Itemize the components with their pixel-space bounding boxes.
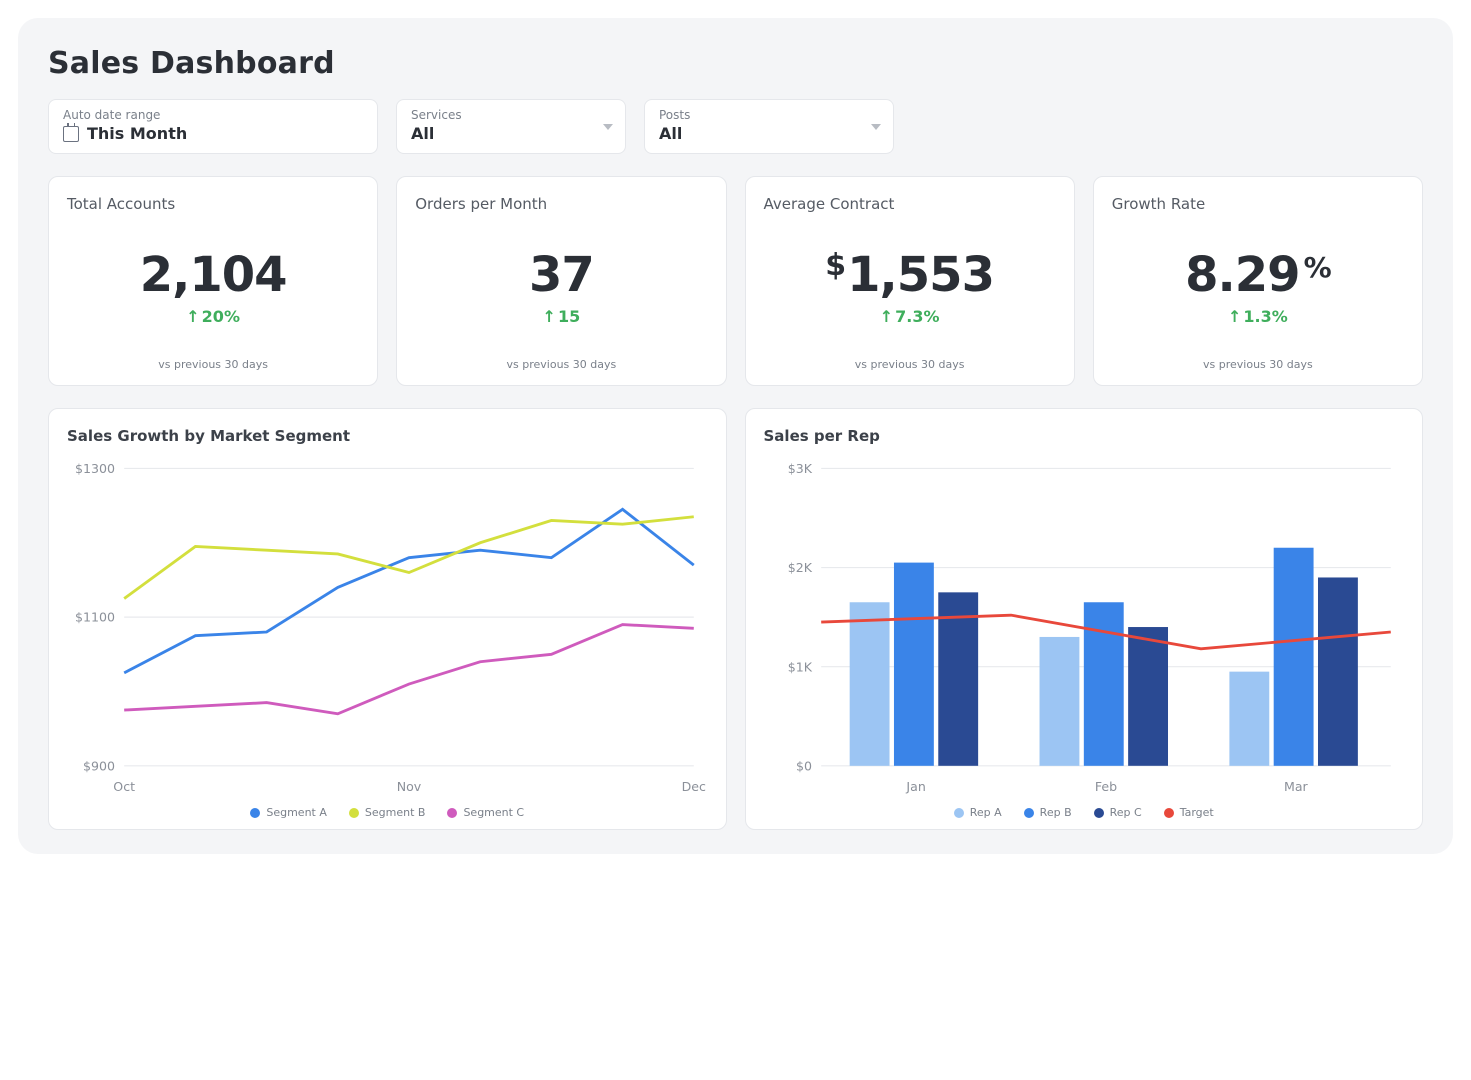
reps-chart-card: Sales per Rep $0 $1K $2K $3K Jan Feb Mar Rep A… xyxy=(745,408,1424,830)
legend-item[interactable]: Segment A xyxy=(250,806,327,819)
dashboard-page: Sales Dashboard Auto date range This Mon… xyxy=(18,18,1453,854)
filter-label: Auto date range xyxy=(63,108,363,122)
legend-item[interactable]: Rep C xyxy=(1094,806,1142,819)
filter-value: All xyxy=(659,124,682,143)
kpi-delta: ↑7.3% xyxy=(764,307,1056,326)
kpi-label: Average Contract xyxy=(764,195,1056,213)
svg-text:$1300: $1300 xyxy=(75,461,115,476)
svg-text:Oct: Oct xyxy=(113,779,135,794)
filter-label: Services xyxy=(411,108,611,122)
kpi-sub: vs previous 30 days xyxy=(1112,358,1404,371)
kpi-sub: vs previous 30 days xyxy=(415,358,707,371)
filter-value: This Month xyxy=(87,124,187,143)
svg-text:Mar: Mar xyxy=(1283,779,1308,794)
chevron-down-icon xyxy=(603,124,613,130)
reps-chart: $0 $1K $2K $3K Jan Feb Mar xyxy=(764,457,1405,800)
svg-text:$1K: $1K xyxy=(787,659,812,674)
kpi-value: 8.29% xyxy=(1112,247,1404,303)
svg-text:Dec: Dec xyxy=(682,779,706,794)
kpi-label: Growth Rate xyxy=(1112,195,1404,213)
kpi-delta: ↑20% xyxy=(67,307,359,326)
charts-row: Sales Growth by Market Segment $900 $1100… xyxy=(48,408,1423,830)
legend-item[interactable]: Segment C xyxy=(447,806,524,819)
segments-chart: $900 $1100 $1300 Oct Nov Dec xyxy=(67,457,708,800)
services-filter[interactable]: Services All xyxy=(396,99,626,154)
page-title: Sales Dashboard xyxy=(48,46,1423,81)
kpi-delta: ↑15 xyxy=(415,307,707,326)
filter-value: All xyxy=(411,124,434,143)
filter-label: Posts xyxy=(659,108,879,122)
kpi-sub: vs previous 30 days xyxy=(67,358,359,371)
kpi-row: Total Accounts 2,104 ↑20% vs previous 30 da… xyxy=(48,176,1423,386)
calendar-icon xyxy=(63,126,79,142)
svg-text:$900: $900 xyxy=(83,758,115,773)
date-range-filter[interactable]: Auto date range This Month xyxy=(48,99,378,154)
segments-chart-card: Sales Growth by Market Segment $900 $1100… xyxy=(48,408,727,830)
kpi-card: Average Contract $1,553 ↑7.3% vs previous 3… xyxy=(745,176,1075,386)
kpi-label: Orders per Month xyxy=(415,195,707,213)
svg-text:$2K: $2K xyxy=(787,560,812,575)
kpi-card: Total Accounts 2,104 ↑20% vs previous 30 da… xyxy=(48,176,378,386)
svg-text:Feb: Feb xyxy=(1094,779,1116,794)
chart-title: Sales Growth by Market Segment xyxy=(67,427,708,445)
filters-row: Auto date range This Month Services All … xyxy=(48,99,1423,154)
reps-legend: Rep A Rep B Rep C Target xyxy=(764,806,1405,819)
legend-item[interactable]: Target xyxy=(1164,806,1214,819)
legend-item[interactable]: Rep A xyxy=(954,806,1002,819)
chevron-down-icon xyxy=(871,124,881,130)
kpi-value: 2,104 xyxy=(67,247,359,303)
kpi-sub: vs previous 30 days xyxy=(764,358,1056,371)
svg-text:$1100: $1100 xyxy=(75,610,115,625)
kpi-value: 37 xyxy=(415,247,707,303)
svg-text:Nov: Nov xyxy=(397,779,422,794)
legend-item[interactable]: Segment B xyxy=(349,806,426,819)
svg-text:$3K: $3K xyxy=(787,461,812,476)
chart-title: Sales per Rep xyxy=(764,427,1405,445)
kpi-card: Orders per Month 37 ↑15 vs previous 30 days xyxy=(396,176,726,386)
kpi-card: Growth Rate 8.29% ↑1.3% vs previous 30 days xyxy=(1093,176,1423,386)
posts-filter[interactable]: Posts All xyxy=(644,99,894,154)
kpi-value: $1,553 xyxy=(764,247,1056,303)
svg-text:Jan: Jan xyxy=(905,779,925,794)
kpi-label: Total Accounts xyxy=(67,195,359,213)
legend-item[interactable]: Rep B xyxy=(1024,806,1072,819)
svg-text:$0: $0 xyxy=(796,758,812,773)
kpi-delta: ↑1.3% xyxy=(1112,307,1404,326)
segments-legend: Segment A Segment B Segment C xyxy=(67,806,708,819)
